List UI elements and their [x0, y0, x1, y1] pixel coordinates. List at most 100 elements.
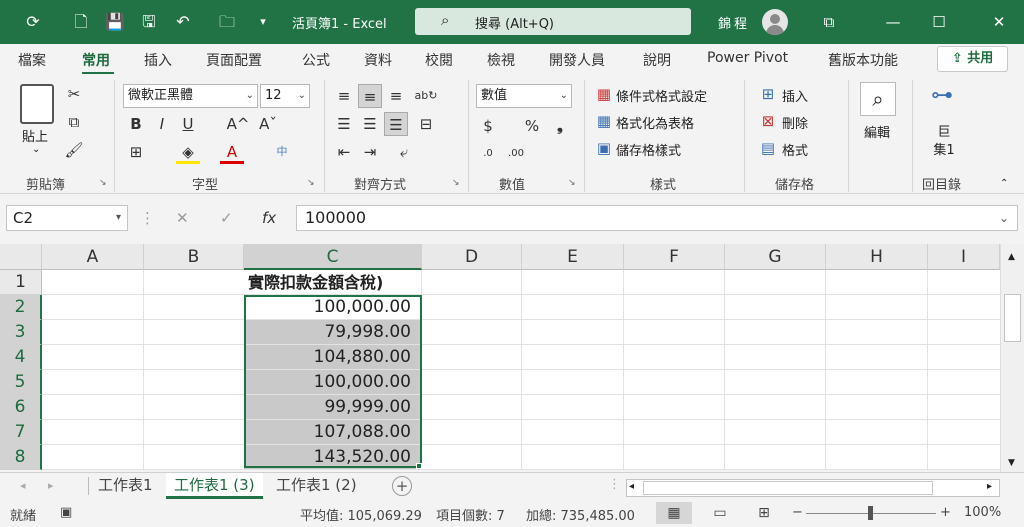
search-box[interactable]: ⌕ 搜尋 (Alt+Q): [415, 8, 691, 35]
decrease-indent-icon[interactable]: ⇤: [332, 140, 356, 164]
open-folder-icon[interactable]: 🗀: [216, 11, 238, 33]
row-header-3[interactable]: 3: [0, 320, 42, 345]
avatar[interactable]: [762, 9, 788, 35]
customize-qat-icon[interactable]: ▾: [252, 11, 274, 33]
borders-icon[interactable]: ⊞: [124, 140, 148, 164]
row-header-5[interactable]: 5: [0, 370, 42, 395]
confirm-icon[interactable]: ✓: [220, 209, 233, 227]
col-header-g[interactable]: G: [725, 244, 826, 270]
cell-c2[interactable]: 100,000.00: [244, 295, 422, 320]
zoom-level[interactable]: 100%: [964, 505, 1001, 520]
align-top-icon[interactable]: ≡: [332, 84, 356, 108]
horizontal-scroll-thumb[interactable]: [643, 481, 933, 495]
font-color-icon[interactable]: A: [220, 140, 244, 164]
align-left-icon[interactable]: ☰: [332, 112, 356, 136]
cut-icon[interactable]: ✂: [62, 82, 86, 106]
scroll-right-icon[interactable]: ▸: [987, 481, 992, 492]
minimize-button[interactable]: —: [870, 0, 916, 44]
search-editing-icon[interactable]: ⌕: [860, 82, 896, 116]
horizontal-scrollbar[interactable]: ◂ ▸: [626, 479, 1000, 497]
format-painter-icon[interactable]: 🖌: [62, 138, 86, 162]
insert-cells-button[interactable]: 插入: [782, 86, 808, 105]
col-header-i[interactable]: I: [928, 244, 1000, 270]
ribbon-display-icon[interactable]: ⧉: [806, 0, 852, 44]
font-size-select[interactable]: 12 ⌄: [260, 84, 310, 108]
tab-split-icon[interactable]: ⋮: [608, 477, 621, 492]
status-average[interactable]: 平均值: 105,069.29: [300, 505, 422, 524]
macro-button[interactable]: 巨集1: [932, 124, 956, 160]
row-header-7[interactable]: 7: [0, 420, 42, 445]
insert-function-icon[interactable]: fx: [262, 209, 276, 227]
align-right-icon[interactable]: ☰: [384, 112, 408, 136]
row-header-6[interactable]: 6: [0, 395, 42, 420]
paste-button[interactable]: 貼上: [22, 126, 48, 145]
cell-c6[interactable]: 99,999.00: [244, 395, 422, 420]
row-header-4[interactable]: 4: [0, 345, 42, 370]
number-format-select[interactable]: 數值 ⌄: [476, 84, 572, 108]
share-button[interactable]: ⇪ 共用: [937, 46, 1008, 72]
cell-c8[interactable]: 143,520.00: [244, 445, 422, 470]
paste-icon[interactable]: [20, 84, 54, 124]
zoom-in-icon[interactable]: +: [940, 505, 951, 520]
cell-c7[interactable]: 107,088.00: [244, 420, 422, 445]
tab-developer[interactable]: 開發人員: [549, 50, 605, 70]
col-header-f[interactable]: F: [624, 244, 725, 270]
percent-icon[interactable]: %: [520, 114, 544, 138]
cell-c4[interactable]: 104,880.00: [244, 345, 422, 370]
worksheet-grid[interactable]: A B C D E F G H I 1 2 3 4 5 6 7 8 實際扣款金額…: [0, 244, 1000, 470]
col-header-d[interactable]: D: [422, 244, 522, 270]
bold-button[interactable]: B: [124, 112, 148, 136]
tab-help[interactable]: 說明: [643, 50, 671, 70]
underline-button[interactable]: U: [176, 112, 200, 136]
format-as-table-icon[interactable]: ▦: [592, 109, 616, 133]
wrap-text-icon[interactable]: ⤶: [392, 140, 416, 164]
row-header-2[interactable]: 2: [0, 295, 42, 320]
clipboard-launcher-icon[interactable]: ↘: [99, 178, 107, 188]
format-cells-icon[interactable]: ▤: [756, 136, 780, 160]
sheet-tab-3[interactable]: 工作表1 (2): [268, 473, 365, 499]
scroll-left-icon[interactable]: ◂: [629, 481, 634, 492]
page-break-view-icon[interactable]: ⊞: [746, 502, 782, 524]
shrink-font-button[interactable]: Aˇ: [256, 112, 280, 136]
collapse-ribbon-icon[interactable]: ⌃: [1000, 178, 1008, 189]
italic-button[interactable]: I: [150, 112, 174, 136]
status-sum[interactable]: 加總: 735,485.00: [526, 505, 635, 524]
delete-cells-icon[interactable]: ⊠: [756, 109, 780, 133]
row-header-1[interactable]: 1: [0, 270, 42, 295]
row-header-8[interactable]: 8: [0, 445, 42, 470]
expand-formula-icon[interactable]: ⌄: [999, 206, 1009, 230]
align-center-icon[interactable]: ☰: [358, 112, 382, 136]
comma-style-icon[interactable]: ❟: [548, 114, 572, 138]
new-file-icon[interactable]: 🗋: [70, 11, 92, 33]
page-layout-view-icon[interactable]: ▭: [702, 502, 738, 524]
currency-icon[interactable]: $: [476, 114, 500, 138]
sheet-tab-2[interactable]: 工作表1 (3): [166, 473, 263, 499]
increase-indent-icon[interactable]: ⇥: [358, 140, 382, 164]
phonetic-icon[interactable]: 中: [270, 140, 294, 164]
col-header-c[interactable]: C: [244, 244, 422, 270]
user-name[interactable]: 錦程: [718, 13, 750, 32]
format-cells-button[interactable]: 格式: [782, 140, 808, 159]
tab-home[interactable]: 常用: [82, 50, 110, 70]
tab-file[interactable]: 檔案: [18, 50, 46, 70]
fill-color-icon[interactable]: ◈: [176, 140, 200, 164]
restore-button[interactable]: ☐: [916, 0, 962, 44]
font-name-select[interactable]: 微軟正黑體 ⌄: [123, 84, 258, 108]
cell-c3[interactable]: 79,998.00: [244, 320, 422, 345]
add-sheet-icon[interactable]: +: [392, 476, 412, 496]
cell-styles-icon[interactable]: ▣: [592, 136, 616, 160]
accessibility-icon[interactable]: ▣: [60, 505, 72, 520]
tab-formulas[interactable]: 公式: [302, 50, 330, 70]
prev-sheet-icon[interactable]: ◂: [20, 479, 26, 492]
col-header-e[interactable]: E: [522, 244, 624, 270]
grow-font-button[interactable]: A^: [226, 112, 250, 136]
normal-view-icon[interactable]: ▦: [656, 502, 692, 524]
cell-c5[interactable]: 100,000.00: [244, 370, 422, 395]
zoom-slider-thumb[interactable]: [868, 506, 873, 520]
tab-view[interactable]: 檢視: [487, 50, 515, 70]
format-as-table-button[interactable]: 格式化為表格: [616, 113, 694, 132]
col-header-h[interactable]: H: [826, 244, 928, 270]
col-header-b[interactable]: B: [144, 244, 244, 270]
cell-c1[interactable]: 實際扣款金額含稅): [244, 270, 422, 295]
conditional-format-button[interactable]: 條件式格式設定: [616, 86, 707, 105]
